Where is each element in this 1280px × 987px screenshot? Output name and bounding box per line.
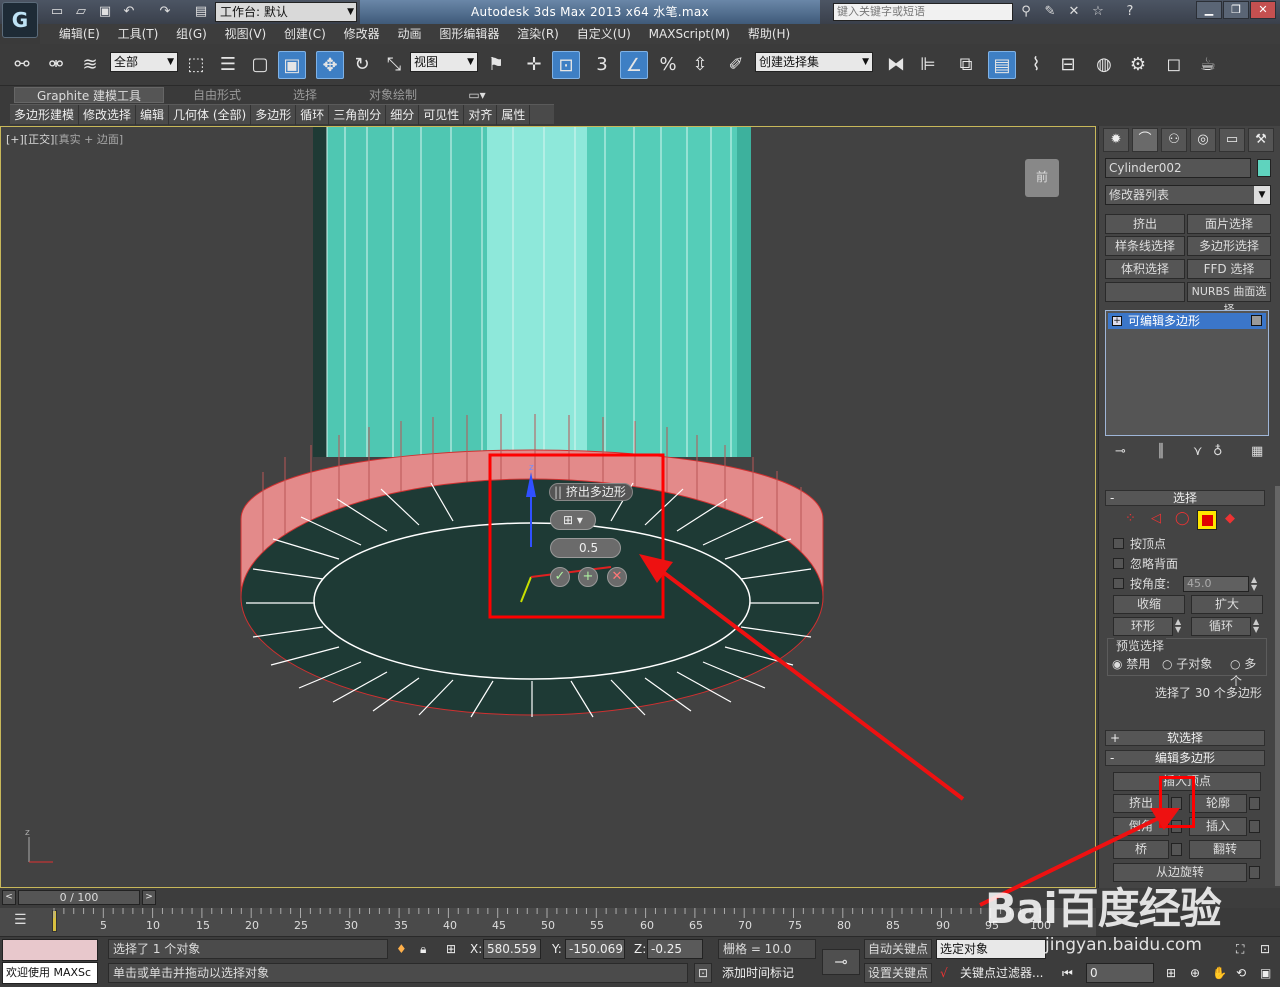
app-window: ▭ ▱ ▣ ↶ ↷ ▤ 工作台: 默认 ▼ Autodesk 3ds Max 2… [0,0,1280,987]
annotation-overlay [979,808,1180,907]
watermark-logo: Bai百度经验 [985,884,1222,933]
watermark-url: jingyan.baidu.com [1045,935,1202,955]
